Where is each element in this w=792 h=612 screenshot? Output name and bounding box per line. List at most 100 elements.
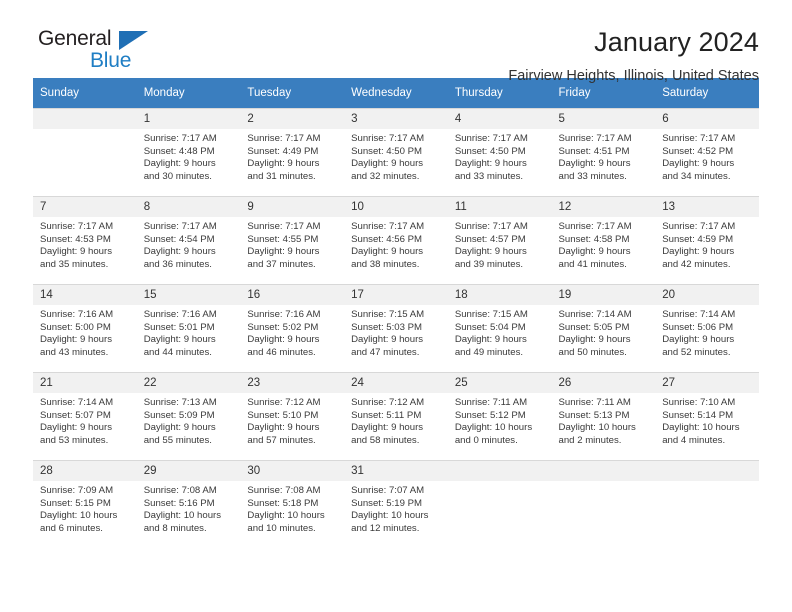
- sunrise-text: Sunrise: 7:12 AM: [351, 397, 425, 408]
- calendar-day-cell[interactable]: 6 Sunrise: 7:17 AM Sunset: 4:52 PM Daylight…: [655, 108, 759, 196]
- calendar-day-cell[interactable]: 2 Sunrise: 7:17 AM Sunset: 4:49 PM Daylight…: [240, 108, 345, 196]
- sunrise-text: Sunrise: 7:17 AM: [247, 133, 321, 144]
- general-blue-logo: General Blue: [33, 26, 163, 78]
- logo-text-blue: Blue: [90, 49, 132, 72]
- day-details: Sunrise: 7:11 AM Sunset: 5:12 PM Daylight:…: [448, 393, 552, 447]
- day-cell-inner: 16 Sunrise: 7:16 AM Sunset: 5:02 PM Dayligh…: [240, 284, 345, 372]
- calendar-day-cell[interactable]: 26 Sunrise: 7:11 AM Sunset: 5:13 PM Dayligh…: [551, 372, 656, 460]
- calendar-page: General Blue January 2024 Fairview Heigh…: [0, 0, 792, 612]
- logo-triangle-icon: [119, 31, 148, 50]
- daylight-text-line1: Daylight: 10 hours: [143, 510, 222, 522]
- day-cell-inner: 4 Sunrise: 7:17 AM Sunset: 4:50 PM Daylight…: [447, 108, 552, 196]
- day-cell-inner: 12 Sunrise: 7:17 AM Sunset: 4:58 PM Dayligh…: [551, 196, 656, 284]
- calendar-day-cell[interactable]: 1 Sunrise: 7:17 AM Sunset: 4:48 PM Daylight…: [136, 108, 241, 196]
- page-header: General Blue January 2024 Fairview Heigh…: [33, 0, 759, 84]
- daylight-text-line2: and 36 minutes.: [143, 258, 212, 270]
- calendar-day-cell[interactable]: 15 Sunrise: 7:16 AM Sunset: 5:01 PM Dayligh…: [136, 284, 241, 372]
- calendar-day-cell[interactable]: 28 Sunrise: 7:09 AM Sunset: 5:15 PM Dayligh…: [33, 460, 137, 548]
- sunset-text: Sunset: 5:19 PM: [351, 497, 423, 509]
- sunset-text: Sunset: 5:07 PM: [40, 409, 111, 421]
- day-cell-inner: 3 Sunrise: 7:17 AM Sunset: 4:50 PM Daylight…: [344, 108, 448, 196]
- sunset-text: Sunset: 5:03 PM: [351, 321, 423, 333]
- sunrise-text: Sunrise: 7:14 AM: [558, 309, 632, 320]
- daylight-text-line2: and 8 minutes.: [143, 522, 207, 534]
- calendar-day-cell[interactable]: 16 Sunrise: 7:16 AM Sunset: 5:02 PM Dayligh…: [240, 284, 345, 372]
- day-details: Sunrise: 7:08 AM Sunset: 5:16 PM Daylight:…: [137, 481, 241, 535]
- calendar-day-cell[interactable]: 23 Sunrise: 7:12 AM Sunset: 5:10 PM Dayligh…: [240, 372, 345, 460]
- daylight-text-line2: and 12 minutes.: [351, 522, 420, 534]
- daylight-text-line2: and 39 minutes.: [454, 258, 524, 270]
- daylight-text-line1: Daylight: 9 hours: [40, 334, 112, 346]
- calendar-day-cell[interactable]: 5 Sunrise: 7:17 AM Sunset: 4:51 PM Daylight…: [551, 108, 656, 196]
- day-number: 2: [240, 109, 345, 129]
- day-details: Sunrise: 7:13 AM Sunset: 5:09 PM Daylight:…: [137, 393, 241, 447]
- calendar-week-row: 1 Sunrise: 7:17 AM Sunset: 4:48 PM Daylight…: [33, 108, 759, 196]
- calendar-day-cell[interactable]: 10 Sunrise: 7:17 AM Sunset: 4:56 PM Dayligh…: [344, 196, 448, 284]
- day-cell-inner: 28 Sunrise: 7:09 AM Sunset: 5:15 PM Dayligh…: [33, 460, 137, 548]
- daylight-text-line1: Daylight: 10 hours: [351, 510, 429, 522]
- daylight-text-line1: Daylight: 9 hours: [143, 158, 216, 170]
- calendar-day-cell[interactable]: 13 Sunrise: 7:17 AM Sunset: 4:59 PM Dayligh…: [655, 196, 759, 284]
- day-details: Sunrise: 7:17 AM Sunset: 4:54 PM Daylight:…: [137, 217, 241, 271]
- calendar-day-cell[interactable]: 22 Sunrise: 7:13 AM Sunset: 5:09 PM Dayligh…: [136, 372, 241, 460]
- calendar-empty-cell: [447, 460, 552, 548]
- calendar-day-cell[interactable]: 11 Sunrise: 7:17 AM Sunset: 4:57 PM Dayligh…: [447, 196, 552, 284]
- calendar-day-cell[interactable]: 3 Sunrise: 7:17 AM Sunset: 4:50 PM Daylight…: [344, 108, 448, 196]
- day-cell-inner: 25 Sunrise: 7:11 AM Sunset: 5:12 PM Dayligh…: [447, 372, 552, 460]
- calendar-day-cell[interactable]: 17 Sunrise: 7:15 AM Sunset: 5:03 PM Dayligh…: [344, 284, 448, 372]
- daylight-text-line1: Daylight: 9 hours: [351, 246, 424, 258]
- day-details: Sunrise: 7:17 AM Sunset: 4:55 PM Daylight:…: [240, 217, 344, 271]
- daylight-text-line2: and 58 minutes.: [351, 434, 420, 446]
- daylight-text-line1: Daylight: 9 hours: [143, 334, 216, 346]
- daylight-text-line1: Daylight: 10 hours: [662, 422, 740, 434]
- daylight-text-line2: and 57 minutes.: [247, 434, 316, 446]
- calendar-day-cell[interactable]: 20 Sunrise: 7:14 AM Sunset: 5:06 PM Dayligh…: [655, 284, 759, 372]
- day-number: 26: [551, 373, 656, 393]
- day-details: Sunrise: 7:17 AM Sunset: 4:48 PM Daylight:…: [137, 129, 241, 183]
- daylight-text-line1: Daylight: 9 hours: [247, 246, 320, 258]
- calendar-day-cell[interactable]: 25 Sunrise: 7:11 AM Sunset: 5:12 PM Dayligh…: [447, 372, 552, 460]
- calendar-day-cell[interactable]: 7 Sunrise: 7:17 AM Sunset: 4:53 PM Daylight…: [33, 196, 137, 284]
- calendar-week-row: 21 Sunrise: 7:14 AM Sunset: 5:07 PM Dayligh…: [33, 372, 759, 460]
- sunrise-text: Sunrise: 7:13 AM: [143, 397, 217, 408]
- sunset-text: Sunset: 4:50 PM: [454, 145, 526, 157]
- calendar-day-cell[interactable]: 31 Sunrise: 7:07 AM Sunset: 5:19 PM Dayligh…: [344, 460, 448, 548]
- calendar-day-cell[interactable]: 18 Sunrise: 7:15 AM Sunset: 5:04 PM Dayligh…: [447, 284, 552, 372]
- calendar-day-cell[interactable]: 30 Sunrise: 7:08 AM Sunset: 5:18 PM Dayligh…: [240, 460, 345, 548]
- sunrise-text: Sunrise: 7:17 AM: [454, 221, 528, 232]
- calendar-day-cell[interactable]: 19 Sunrise: 7:14 AM Sunset: 5:05 PM Dayligh…: [551, 284, 656, 372]
- day-cell-inner: 15 Sunrise: 7:16 AM Sunset: 5:01 PM Dayligh…: [136, 284, 241, 372]
- calendar-day-cell[interactable]: 8 Sunrise: 7:17 AM Sunset: 4:54 PM Daylight…: [136, 196, 241, 284]
- daylight-text-line2: and 41 minutes.: [558, 258, 627, 270]
- daylight-text-line2: and 33 minutes.: [558, 170, 627, 182]
- day-details: Sunrise: 7:12 AM Sunset: 5:11 PM Daylight:…: [344, 393, 448, 447]
- day-details: Sunrise: 7:09 AM Sunset: 5:15 PM Daylight:…: [33, 481, 137, 535]
- calendar-day-cell[interactable]: 27 Sunrise: 7:10 AM Sunset: 5:14 PM Dayligh…: [655, 372, 759, 460]
- calendar-day-cell[interactable]: 24 Sunrise: 7:12 AM Sunset: 5:11 PM Dayligh…: [344, 372, 448, 460]
- day-cell-inner: [33, 108, 137, 196]
- day-number: 16: [240, 285, 345, 305]
- day-number: 7: [33, 197, 137, 217]
- day-details: Sunrise: 7:11 AM Sunset: 5:13 PM Daylight:…: [552, 393, 656, 447]
- day-cell-inner: 1 Sunrise: 7:17 AM Sunset: 4:48 PM Daylight…: [136, 108, 241, 196]
- day-number: 9: [240, 197, 345, 217]
- sunrise-text: Sunrise: 7:08 AM: [143, 485, 217, 496]
- day-details: Sunrise: 7:16 AM Sunset: 5:01 PM Daylight:…: [137, 305, 241, 359]
- calendar-day-cell[interactable]: 21 Sunrise: 7:14 AM Sunset: 5:07 PM Dayligh…: [33, 372, 137, 460]
- day-number: 31: [344, 461, 448, 481]
- sunrise-text: Sunrise: 7:07 AM: [351, 485, 425, 496]
- day-details: Sunrise: 7:14 AM Sunset: 5:05 PM Daylight:…: [552, 305, 656, 359]
- calendar-day-cell[interactable]: 12 Sunrise: 7:17 AM Sunset: 4:58 PM Dayligh…: [551, 196, 656, 284]
- sunset-text: Sunset: 4:52 PM: [662, 145, 734, 157]
- day-cell-inner: 21 Sunrise: 7:14 AM Sunset: 5:07 PM Dayligh…: [33, 372, 137, 460]
- day-cell-inner: 27 Sunrise: 7:10 AM Sunset: 5:14 PM Dayligh…: [655, 372, 759, 460]
- calendar-day-cell[interactable]: 14 Sunrise: 7:16 AM Sunset: 5:00 PM Dayligh…: [33, 284, 137, 372]
- sunrise-text: Sunrise: 7:14 AM: [662, 309, 736, 320]
- day-number: 27: [655, 373, 759, 393]
- calendar-day-cell[interactable]: 29 Sunrise: 7:08 AM Sunset: 5:16 PM Dayligh…: [136, 460, 241, 548]
- weekday-header-monday: Monday: [136, 78, 241, 108]
- calendar-day-cell[interactable]: 4 Sunrise: 7:17 AM Sunset: 4:50 PM Daylight…: [447, 108, 552, 196]
- logo-text-general: General: [38, 27, 112, 50]
- calendar-day-cell[interactable]: 9 Sunrise: 7:17 AM Sunset: 4:55 PM Daylight…: [240, 196, 345, 284]
- day-number: 13: [655, 197, 759, 217]
